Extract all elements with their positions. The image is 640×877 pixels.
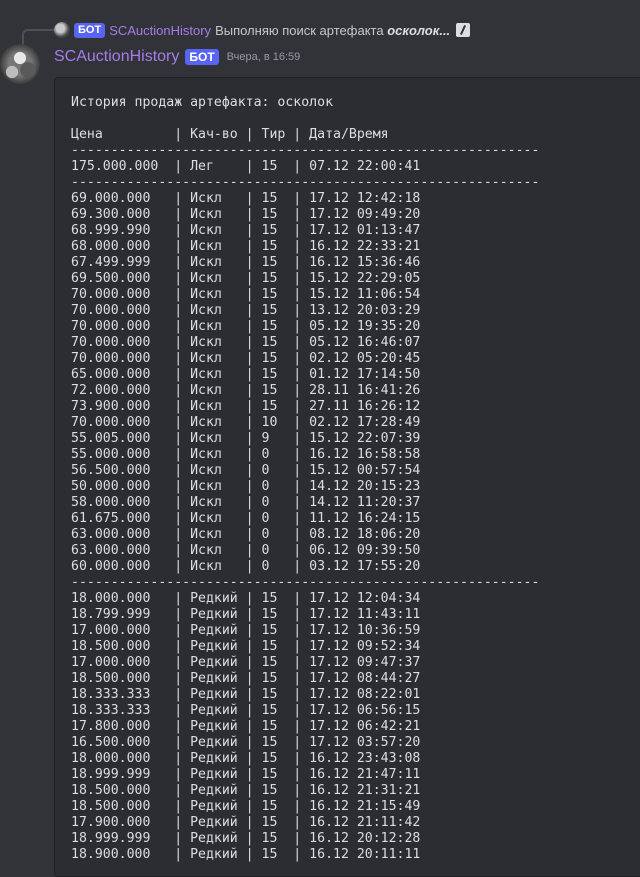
code-line: 18.999.999 | Редкий | 15 | 16.12 20:12:2… bbox=[71, 831, 421, 846]
code-line: 18.500.000 | Редкий | 15 | 17.12 08:44:2… bbox=[71, 671, 421, 686]
bot-badge: БОТ bbox=[185, 49, 219, 65]
code-line: 18.999.999 | Редкий | 15 | 16.12 21:47:1… bbox=[71, 767, 421, 782]
code-line: 72.000.000 | Искл | 15 | 28.11 16:41:26 bbox=[71, 383, 421, 398]
code-line: 70.000.000 | Искл | 15 | 05.12 19:35:20 bbox=[71, 319, 421, 334]
code-line: 175.000.000 | Лег | 15 | 07.12 22:00:41 bbox=[71, 159, 421, 174]
reply-bot-badge: БОТ bbox=[74, 22, 106, 38]
code-block: История продаж артефакта: осколок Цена |… bbox=[54, 77, 640, 877]
slash-attachment-icon bbox=[456, 23, 471, 37]
code-line: 68.000.000 | Искл | 15 | 16.12 22:33:21 bbox=[71, 239, 421, 254]
code-line: 18.900.000 | Редкий | 15 | 16.12 20:11:1… bbox=[71, 847, 421, 862]
code-line: 18.333.333 | Редкий | 15 | 17.12 08:22:0… bbox=[71, 687, 421, 702]
code-line: 56.500.000 | Искл | 0 | 15.12 00:57:54 bbox=[71, 463, 421, 478]
code-line: 16.500.000 | Редкий | 15 | 17.12 03:57:2… bbox=[71, 735, 421, 750]
code-line: 70.000.000 | Искл | 15 | 13.12 20:03:29 bbox=[71, 303, 421, 318]
code-line: 70.000.000 | Искл | 15 | 15.12 11:06:54 bbox=[71, 287, 421, 302]
code-line: 68.999.990 | Искл | 15 | 17.12 01:13:47 bbox=[71, 223, 421, 238]
code-line: 69.300.000 | Искл | 15 | 17.12 09:49:20 bbox=[71, 207, 421, 222]
code-line: 17.000.000 | Редкий | 15 | 17.12 09:47:3… bbox=[71, 655, 421, 670]
code-line: 55.000.000 | Искл | 0 | 16.12 16:58:58 bbox=[71, 447, 421, 462]
separator-line: ----------------------------------------… bbox=[71, 575, 540, 590]
code-line: 69.000.000 | Искл | 15 | 17.12 12:42:18 bbox=[71, 191, 421, 206]
message-username[interactable]: SCAuctionHistory bbox=[54, 48, 179, 66]
code-line: 65.000.000 | Искл | 15 | 01.12 17:14:50 bbox=[71, 367, 421, 382]
separator-line: ----------------------------------------… bbox=[71, 143, 540, 158]
reply-avatar[interactable] bbox=[54, 22, 70, 38]
reply-text[interactable]: Выполняю поиск артефакта осколок... bbox=[215, 23, 450, 38]
code-line: 18.000.000 | Редкий | 15 | 17.12 12:04:3… bbox=[71, 591, 421, 606]
code-line: 70.000.000 | Искл | 15 | 05.12 16:46:07 bbox=[71, 335, 421, 350]
reply-preview[interactable]: БОТ SCAuctionHistory Выполняю поиск арте… bbox=[54, 20, 640, 40]
code-line: 18.000.000 | Редкий | 15 | 16.12 23:43:0… bbox=[71, 751, 421, 766]
code-line: 61.675.000 | Искл | 0 | 11.12 16:24:15 bbox=[71, 511, 421, 526]
code-line: 63.000.000 | Искл | 0 | 06.12 09:39:50 bbox=[71, 543, 421, 558]
code-line: 18.333.333 | Редкий | 15 | 17.12 06:56:1… bbox=[71, 703, 421, 718]
code-line: 17.000.000 | Редкий | 15 | 17.12 10:36:5… bbox=[71, 623, 421, 638]
code-line: 69.500.000 | Искл | 15 | 15.12 22:29:05 bbox=[71, 271, 421, 286]
reply-username[interactable]: SCAuctionHistory bbox=[109, 23, 211, 38]
code-line: 18.500.000 | Редкий | 15 | 16.12 21:15:4… bbox=[71, 799, 421, 814]
message-timestamp[interactable]: Вчера, в 16:59 bbox=[227, 51, 301, 63]
code-line: 17.900.000 | Редкий | 15 | 16.12 21:11:4… bbox=[71, 815, 421, 830]
code-line: 18.500.000 | Редкий | 15 | 17.12 09:52:3… bbox=[71, 639, 421, 654]
code-line: 18.799.999 | Редкий | 15 | 17.12 11:43:1… bbox=[71, 607, 421, 622]
code-line: 17.800.000 | Редкий | 15 | 17.12 06:42:2… bbox=[71, 719, 421, 734]
sales-history-text: История продаж артефакта: осколок Цена |… bbox=[55, 78, 640, 863]
reply-text-prefix: Выполняю поиск артефакта bbox=[215, 22, 388, 38]
avatar[interactable] bbox=[0, 44, 40, 84]
reply-connector bbox=[22, 29, 54, 45]
code-line: 55.005.000 | Искл | 9 | 15.12 22:07:39 bbox=[71, 431, 421, 446]
code-line: 60.000.000 | Искл | 0 | 03.12 17:55:20 bbox=[71, 559, 421, 574]
code-line: 50.000.000 | Искл | 0 | 14.12 20:15:23 bbox=[71, 479, 421, 494]
code-line: 67.499.999 | Искл | 15 | 16.12 15:36:46 bbox=[71, 255, 421, 270]
code-line: 70.000.000 | Искл | 15 | 02.12 05:20:45 bbox=[71, 351, 421, 366]
code-line: 58.000.000 | Искл | 0 | 14.12 11:20:37 bbox=[71, 495, 421, 510]
reply-text-emphasis: осколок... bbox=[387, 22, 451, 38]
separator-line: ----------------------------------------… bbox=[71, 175, 540, 190]
code-line: История продаж артефакта: осколок bbox=[71, 95, 334, 110]
message-header: SCAuctionHistory БОТ Вчера, в 16:59 bbox=[54, 46, 300, 68]
code-line: Цена | Кач-во | Тир | Дата/Время bbox=[71, 127, 389, 142]
code-line: 73.900.000 | Искл | 15 | 27.11 16:26:12 bbox=[71, 399, 421, 414]
code-line: 18.500.000 | Редкий | 15 | 16.12 21:31:2… bbox=[71, 783, 421, 798]
code-line: 70.000.000 | Искл | 10 | 02.12 17:28:49 bbox=[71, 415, 421, 430]
code-line: 63.000.000 | Искл | 0 | 08.12 18:06:20 bbox=[71, 527, 421, 542]
